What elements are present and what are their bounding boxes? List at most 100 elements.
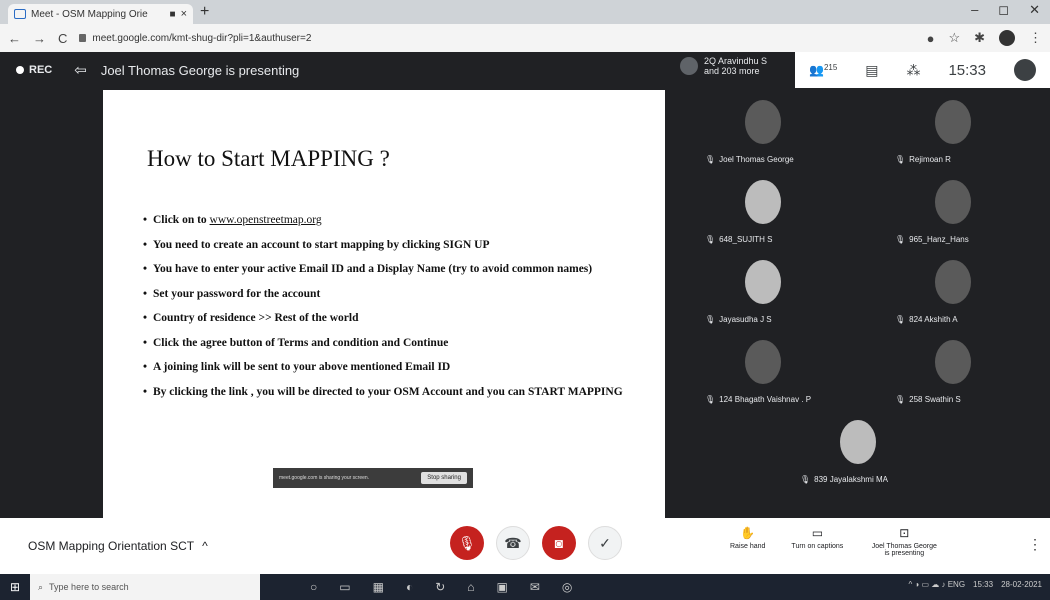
forward-icon[interactable]: →: [33, 31, 46, 46]
chat-icon[interactable]: ▤: [865, 62, 878, 79]
participant-tile[interactable]: 🎙 Jayasudha J S: [675, 252, 855, 328]
record-dot-icon: [16, 66, 24, 74]
lock-icon: [79, 34, 87, 42]
participant-name-row: 🎙 839 Jayalakshmi MA: [800, 475, 888, 484]
close-window-icon[interactable]: ✕: [1029, 2, 1040, 18]
bookmark-star-icon[interactable]: ☆: [948, 30, 960, 46]
presenter-button[interactable]: ⊡ Joel Thomas George is presenting: [869, 526, 939, 557]
search-icon: ⌕: [38, 581, 44, 592]
osm-link[interactable]: www.openstreetmap.org: [210, 214, 322, 226]
tray-icons[interactable]: ^ ◑ ▭ ☁ ♪ ENG: [908, 580, 965, 589]
mail-icon[interactable]: ✉: [530, 580, 540, 594]
activities-icon[interactable]: ⁂: [906, 62, 920, 79]
presenter-label: Joel Thomas George is presenting: [871, 543, 937, 557]
participant-name-row: 🎙 824 Akshith A: [895, 315, 958, 324]
windows-start-icon[interactable]: ⊞: [0, 574, 30, 600]
chrome-icon[interactable]: ◎: [562, 580, 572, 594]
rec-label: REC: [29, 64, 53, 76]
audio-icon: ■: [169, 8, 176, 20]
cortana-icon[interactable]: ○: [310, 580, 317, 594]
browser-tab[interactable]: Meet - OSM Mapping Orie ■ ×: [8, 4, 193, 24]
minimize-icon[interactable]: –: [971, 2, 978, 18]
camera-indicator-icon[interactable]: ●: [927, 31, 935, 46]
slide-bullet: You have to enter your active Email ID a…: [143, 261, 643, 277]
more-options-icon[interactable]: ⋮: [1028, 536, 1042, 553]
check-button[interactable]: ✓: [588, 526, 622, 560]
profile-avatar[interactable]: [999, 30, 1015, 46]
self-avatar[interactable]: [1013, 59, 1036, 81]
captions-icon: ▭: [811, 526, 824, 540]
participant-avatar: [935, 340, 971, 384]
participant-tile[interactable]: 🎙 824 Akshith A: [865, 252, 1045, 328]
stop-sharing-button[interactable]: Stop sharing: [421, 472, 467, 484]
bullet-text: Country of residence >> Rest of the worl…: [153, 312, 359, 324]
task-view-icon[interactable]: ▭: [339, 580, 350, 594]
meet-stage: REC ⇦ Joel Thomas George is presenting 2…: [0, 52, 1050, 518]
participant-tile[interactable]: 🎙 Rejimoan R: [865, 92, 1045, 168]
bullet-text: Set your password for the account: [153, 287, 321, 300]
taskbar-apps: ○ ▭ ▦ ◐ ↻ ⌂ ▣ ✉ ◎: [310, 580, 572, 594]
participant-tile[interactable]: 🎙 839 Jayalakshmi MA: [770, 412, 950, 488]
window-controls: – ◻ ✕: [971, 2, 1040, 18]
raise-hand-button[interactable]: ✋ Raise hand: [730, 526, 765, 557]
notice-text: meet.google.com is sharing your screen.: [279, 475, 370, 481]
leave-call-button[interactable]: ☎: [496, 526, 530, 560]
browser-menu-icon[interactable]: ⋮: [1029, 30, 1042, 46]
participant-name: 648_SUJITH S: [719, 235, 773, 244]
hand-icon: ✋: [740, 526, 756, 540]
participant-name-row: 🎙 Rejimoan R: [895, 155, 951, 164]
present-screen-icon: ⊡: [899, 526, 910, 540]
meet-favicon-icon: [14, 9, 26, 19]
tab-close-icon[interactable]: ×: [181, 8, 187, 20]
system-tray: ^ ◑ ▭ ☁ ♪ ENG 15:33 28-02-2021: [908, 580, 1042, 589]
participant-tile[interactable]: 🎙 965_Hanz_Hans: [865, 172, 1045, 248]
meet-clock: 15:33: [948, 61, 986, 79]
slide-bullet: By clicking the link , you will be direc…: [143, 384, 643, 400]
new-tab-icon[interactable]: +: [200, 3, 209, 21]
back-icon[interactable]: ←: [8, 31, 21, 46]
participant-avatar: [935, 180, 971, 224]
mic-muted-icon: 🎙: [705, 235, 716, 244]
participant-name: 124 Bhagath Vaishnav . P: [719, 395, 812, 404]
mic-muted-icon: 🎙: [705, 395, 716, 404]
recording-indicator: REC: [16, 64, 52, 76]
participant-name-row: 🎙 Jayasudha J S: [705, 315, 772, 324]
participant-avatar: [935, 100, 971, 144]
maximize-icon[interactable]: ◻: [998, 2, 1009, 18]
participant-avatar: [745, 260, 781, 304]
participant-tile[interactable]: 🎙 124 Bhagath Vaishnav . P: [675, 332, 855, 408]
bullet-text: A joining link will be sent to your abov…: [153, 361, 451, 373]
tab-title: Meet - OSM Mapping Orie: [31, 8, 148, 20]
windows-taskbar: ⊞ ⌕ Type here to search ○ ▭ ▦ ◐ ↻ ⌂ ▣ ✉ …: [0, 574, 1050, 600]
meeting-details-button[interactable]: OSM Mapping Orientation SCT ^: [28, 539, 208, 553]
address-bar[interactable]: meet.google.com/kmt-shug-dir?pli=1&authu…: [79, 28, 729, 48]
camera-off-button[interactable]: ◙: [542, 526, 576, 560]
taskbar-search[interactable]: ⌕ Type here to search: [30, 574, 260, 600]
mic-off-icon: 🎙: [458, 534, 476, 551]
participant-name: 965_Hanz_Hans: [909, 235, 969, 244]
pill-line1: 2Q Aravindhu S: [704, 56, 768, 66]
extensions-icon[interactable]: ✱: [974, 30, 985, 46]
participant-grid: 🎙 Joel Thomas George 🎙 Rejimoan R 🎙 648_SUJIT…: [675, 92, 1050, 512]
app-icon[interactable]: ◐: [406, 580, 413, 594]
people-button[interactable]: 👥 215: [809, 63, 837, 77]
edge-icon[interactable]: ↻: [435, 580, 445, 594]
captions-button[interactable]: ▭ Turn on captions: [791, 526, 843, 557]
participant-tile[interactable]: 🎙 258 Swathin S: [865, 332, 1045, 408]
screen-share-notice: meet.google.com is sharing your screen. …: [273, 468, 473, 488]
participants-pill[interactable]: 2Q Aravindhu S and 203 more: [680, 56, 767, 76]
tray-time: 15:33: [973, 580, 994, 589]
participant-name-row: 🎙 124 Bhagath Vaishnav . P: [705, 395, 811, 404]
mic-off-button[interactable]: 🎙: [450, 526, 484, 560]
reload-icon[interactable]: C: [58, 31, 67, 46]
calendar-app-icon[interactable]: ▣: [497, 580, 508, 594]
file-explorer-icon[interactable]: ▦: [373, 580, 384, 594]
participant-avatar: [745, 340, 781, 384]
participant-avatar: [680, 57, 698, 75]
meet-bottom-bar: OSM Mapping Orientation SCT ^ 🎙 ☎ ◙ ✓ ✋ …: [0, 518, 1050, 574]
participant-tile[interactable]: 🎙 Joel Thomas George: [675, 92, 855, 168]
store-icon[interactable]: ⌂: [467, 580, 474, 594]
participant-name-row: 🎙 965_Hanz_Hans: [895, 235, 969, 244]
participant-tile[interactable]: 🎙 648_SUJITH S: [675, 172, 855, 248]
participant-name: Jayasudha J S: [719, 315, 772, 324]
